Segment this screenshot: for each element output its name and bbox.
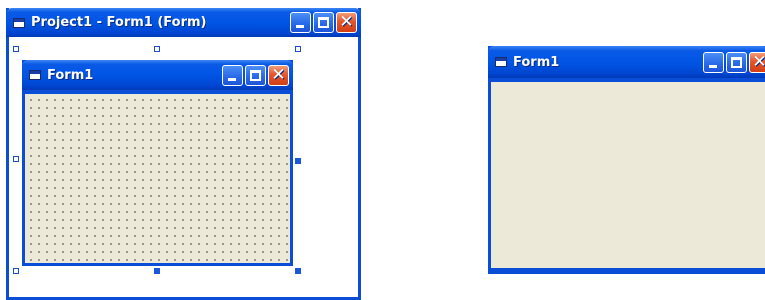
design-form-window-controls: ✕ (222, 65, 289, 86)
runtime-form-titlebar[interactable]: Form1 ✕ (488, 46, 765, 78)
design-form-title: Form1 (47, 67, 94, 83)
resize-handle-bottom-right[interactable] (295, 268, 301, 274)
designer-titlebar[interactable]: Project1 - Form1 (Form) ✕ (6, 8, 361, 37)
resize-handle-top-left (13, 46, 19, 52)
resize-handle-top-right (295, 46, 301, 52)
runtime-form-close-button[interactable]: ✕ (749, 52, 765, 73)
designer-close-button[interactable]: ✕ (336, 12, 357, 33)
resize-handle-left (13, 156, 19, 162)
design-form[interactable]: Form1 ✕ (22, 60, 293, 266)
form-app-icon (13, 17, 25, 28)
designer-window-controls: ✕ (290, 12, 357, 33)
form-app-icon (495, 57, 507, 67)
form-app-icon (29, 70, 41, 80)
resize-handle-bottom-left (13, 268, 19, 274)
close-icon: ✕ (752, 52, 765, 72)
resize-handle-bottom[interactable] (154, 268, 160, 274)
design-grid-canvas[interactable] (25, 94, 290, 263)
resize-handle-right[interactable] (295, 158, 301, 164)
minimize-icon (709, 65, 717, 68)
designer-title: Project1 - Form1 (Form) (31, 15, 207, 30)
design-form-maximize-button[interactable] (245, 65, 266, 86)
minimize-icon (296, 25, 304, 28)
design-form-close-button[interactable]: ✕ (268, 65, 289, 86)
runtime-form-window-controls: ✕ (703, 52, 765, 73)
design-form-minimize-button[interactable] (222, 65, 243, 86)
runtime-form-client-area[interactable] (491, 82, 765, 268)
runtime-form-title: Form1 (513, 54, 560, 70)
maximize-icon (731, 57, 742, 68)
designer-maximize-button[interactable] (313, 12, 334, 33)
minimize-icon (228, 78, 236, 81)
close-icon: ✕ (339, 12, 354, 32)
runtime-form-maximize-button[interactable] (726, 52, 747, 73)
close-icon: ✕ (271, 65, 286, 85)
runtime-form-window: Form1 ✕ (488, 46, 765, 274)
maximize-icon (318, 17, 329, 28)
runtime-form-minimize-button[interactable] (703, 52, 724, 73)
designer-minimize-button[interactable] (290, 12, 311, 33)
design-form-titlebar[interactable]: Form1 ✕ (22, 60, 293, 90)
resize-handle-top (154, 46, 160, 52)
maximize-icon (250, 70, 261, 81)
